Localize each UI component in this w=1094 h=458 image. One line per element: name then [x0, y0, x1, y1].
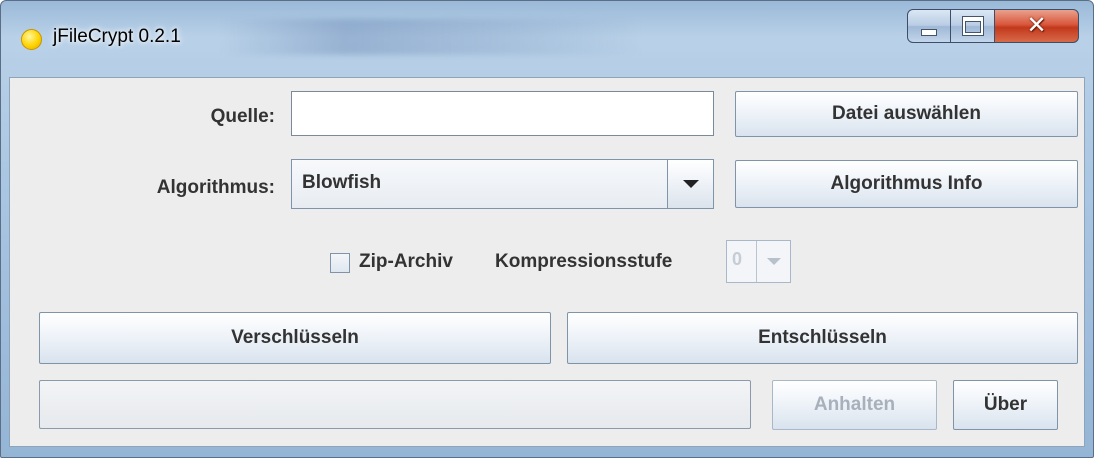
compression-dropdown-button: [756, 241, 790, 282]
source-label: Quelle:: [210, 106, 275, 127]
window-title: jFileCrypt 0.2.1: [53, 26, 181, 47]
encrypt-button[interactable]: Verschlüsseln: [39, 312, 551, 364]
maximize-button[interactable]: [951, 9, 995, 43]
zip-archive-label[interactable]: Zip-Archiv: [359, 251, 453, 273]
minimize-icon: [921, 28, 937, 36]
algorithm-label: Algorithmus:: [156, 177, 275, 198]
caption-buttons: ✕: [907, 9, 1079, 43]
title-bar-glass: [221, 19, 641, 55]
app-icon: [21, 29, 42, 50]
stop-button: Anhalten: [772, 380, 937, 430]
choose-file-button[interactable]: Datei auswählen: [735, 91, 1078, 137]
maximize-icon: [962, 17, 983, 35]
chevron-down-icon: [682, 180, 699, 188]
compression-level-select: 0: [726, 240, 791, 283]
title-bar[interactable]: jFileCrypt 0.2.1 ✕: [1, 1, 1093, 77]
main-panel: Quelle: Datei auswählen Algorithmus: Blo…: [9, 77, 1085, 447]
close-icon: ✕: [1026, 12, 1047, 39]
compression-level-value: 0: [732, 249, 743, 269]
minimize-button[interactable]: [907, 9, 951, 43]
algorithm-select[interactable]: Blowfish: [291, 159, 714, 209]
source-input[interactable]: [291, 91, 714, 136]
about-button[interactable]: Über: [953, 380, 1058, 430]
app-window: jFileCrypt 0.2.1 ✕ Quelle: Datei auswähl…: [0, 0, 1094, 458]
chevron-down-icon: [766, 258, 781, 265]
algorithm-dropdown-button[interactable]: [667, 160, 713, 208]
decrypt-button[interactable]: Entschlüsseln: [567, 312, 1078, 364]
close-button[interactable]: ✕: [995, 9, 1079, 43]
algorithm-selected-value: Blowfish: [302, 172, 382, 193]
algorithm-info-button[interactable]: Algorithmus Info: [735, 160, 1078, 208]
progress-bar: [39, 380, 751, 429]
compression-level-label: Kompressionsstufe: [495, 251, 673, 272]
zip-archive-checkbox[interactable]: [330, 253, 350, 273]
